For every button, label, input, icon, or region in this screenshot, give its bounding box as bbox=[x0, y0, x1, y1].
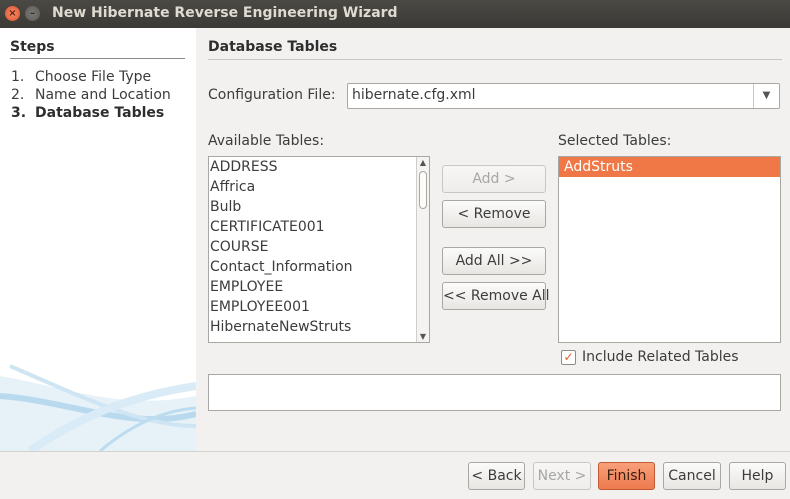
selected-tables-label: Selected Tables: bbox=[558, 133, 672, 149]
step-database-tables: 3. Database Tables bbox=[11, 105, 164, 121]
available-table-item[interactable]: Affrica bbox=[209, 177, 429, 197]
cancel-button[interactable]: Cancel bbox=[663, 462, 721, 490]
step-name-and-location: 2. Name and Location bbox=[11, 87, 171, 103]
include-related-tables-checkbox[interactable]: ✓ bbox=[561, 350, 576, 365]
add-all-button[interactable]: Add All >> bbox=[442, 247, 546, 275]
configuration-file-combo[interactable]: hibernate.cfg.xml ▼ bbox=[347, 83, 780, 109]
scroll-down-icon[interactable]: ▼ bbox=[417, 332, 429, 341]
minimize-icon: – bbox=[30, 8, 35, 19]
available-table-item[interactable]: EMPLOYEE001 bbox=[209, 297, 429, 317]
add-button[interactable]: Add > bbox=[442, 165, 546, 193]
step-label: Choose File Type bbox=[35, 69, 152, 85]
selected-table-item[interactable]: AddStruts bbox=[559, 157, 780, 177]
available-tables-scrollbar[interactable]: ▲ ▼ bbox=[416, 157, 429, 342]
available-table-item[interactable]: Contact_Information bbox=[209, 257, 429, 277]
step-number: 3. bbox=[11, 105, 27, 121]
available-table-item[interactable]: Bulb bbox=[209, 197, 429, 217]
scrollbar-thumb[interactable] bbox=[419, 171, 427, 209]
section-title: Database Tables bbox=[208, 39, 338, 55]
step-label: Name and Location bbox=[35, 87, 171, 103]
steps-divider bbox=[10, 58, 185, 59]
available-table-item[interactable]: COURSE bbox=[209, 237, 429, 257]
close-icon: × bbox=[8, 8, 17, 19]
available-table-item[interactable]: ADDRESS bbox=[209, 157, 429, 177]
message-area bbox=[208, 374, 781, 411]
steps-heading: Steps bbox=[10, 39, 55, 55]
available-table-item[interactable]: EMPLOYEE bbox=[209, 277, 429, 297]
step-label: Database Tables bbox=[35, 105, 165, 121]
available-tables-list[interactable]: ADDRESS Affrica Bulb CERTIFICATE001 COURSE Co… bbox=[208, 156, 430, 343]
available-table-item[interactable]: CERTIFICATE001 bbox=[209, 217, 429, 237]
close-window-button[interactable]: × bbox=[5, 6, 20, 21]
remove-button[interactable]: < Remove bbox=[442, 200, 546, 228]
include-related-tables-label: Include Related Tables bbox=[582, 349, 739, 365]
help-button[interactable]: Help bbox=[729, 462, 786, 490]
configuration-file-label: Configuration File: bbox=[208, 87, 336, 103]
minimize-window-button[interactable]: – bbox=[25, 6, 40, 21]
finish-button[interactable]: Finish bbox=[598, 462, 655, 490]
step-number: 2. bbox=[11, 87, 25, 103]
configuration-file-value: hibernate.cfg.xml bbox=[352, 87, 476, 103]
checkmark-icon: ✓ bbox=[563, 350, 574, 364]
scroll-up-icon[interactable]: ▲ bbox=[417, 158, 429, 167]
step-number: 1. bbox=[11, 69, 25, 85]
steps-panel: Steps 1. Choose File Type 2. Name and Loca… bbox=[0, 28, 196, 451]
remove-all-button[interactable]: << Remove All bbox=[442, 282, 550, 310]
title-bar: × – New Hibernate Reverse Engineering Wi… bbox=[0, 0, 790, 28]
selected-tables-list[interactable]: AddStruts bbox=[558, 156, 781, 343]
step-choose-file-type: 1. Choose File Type bbox=[11, 69, 151, 85]
wizard-banner-swoosh bbox=[0, 364, 196, 451]
next-button[interactable]: Next > bbox=[533, 462, 591, 490]
back-button[interactable]: < Back bbox=[468, 462, 525, 490]
available-tables-label: Available Tables: bbox=[208, 133, 325, 149]
chevron-down-icon[interactable]: ▼ bbox=[753, 84, 779, 108]
window-title: New Hibernate Reverse Engineering Wizard bbox=[52, 5, 398, 21]
available-table-item[interactable]: HibernateNewStruts bbox=[209, 317, 429, 337]
section-divider bbox=[208, 59, 782, 60]
